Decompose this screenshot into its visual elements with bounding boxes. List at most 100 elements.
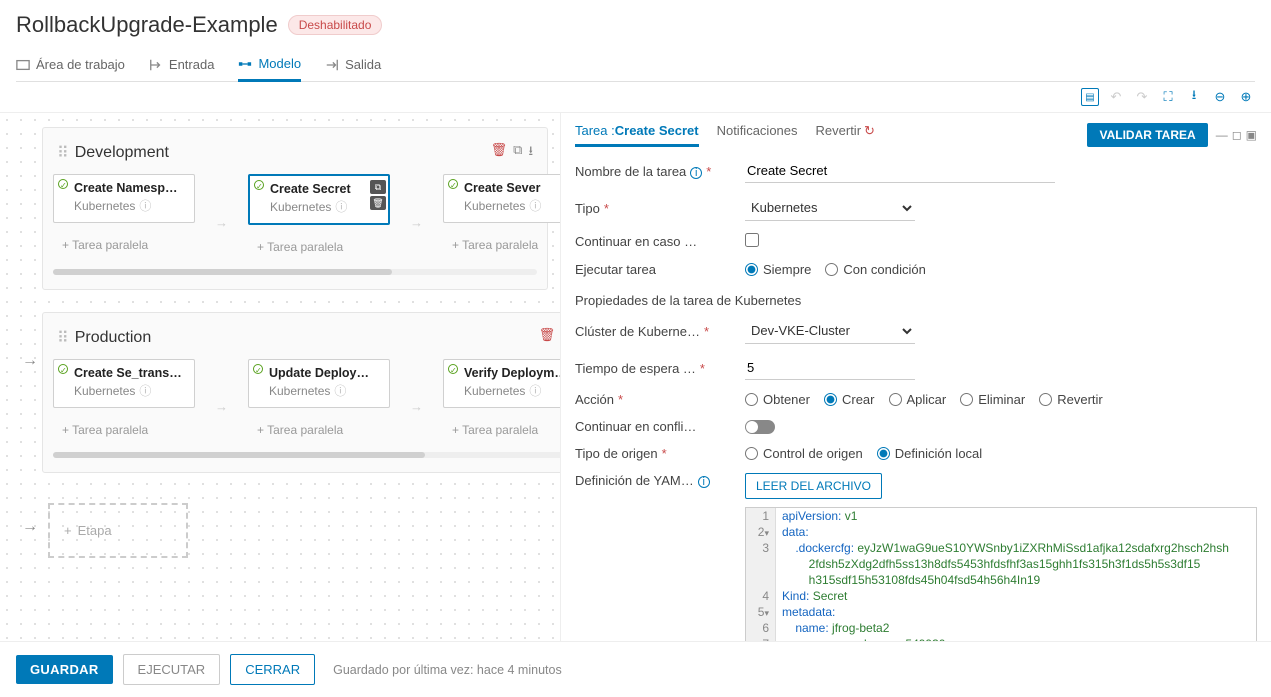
minimize-icon[interactable]: — [1216, 128, 1228, 142]
delete-icon[interactable]: 🗑 [539, 327, 556, 349]
tab-task-name: Create Secret [615, 123, 699, 138]
run-button[interactable]: EJECUTAR [123, 654, 221, 685]
stage-production[interactable]: ⠿Production 🗑 ⧉ ⭳ Create Se_t [42, 312, 560, 473]
tab-workspace[interactable]: Área de trabajo [16, 48, 125, 81]
stage-connector-icon: → [12, 514, 48, 540]
task-create-namespace[interactable]: Create Namesp… Kubernetes ⓘ [53, 174, 195, 223]
read-from-file-button[interactable]: LEER DEL ARCHIVO [745, 473, 882, 499]
task-create-se-trans[interactable]: Create Se_trans… Kubernetesⓘ [53, 359, 195, 408]
radio-apply-label: Aplicar [907, 392, 947, 407]
add-parallel-task[interactable]: Tarea paralela [53, 231, 195, 259]
label-action: Acción [575, 392, 614, 407]
drag-handle-icon[interactable]: ⠿ [57, 143, 67, 163]
task-properties-panel: Tarea :Create Secret Notificaciones Reve… [560, 113, 1271, 641]
undo-icon[interactable]: ↶ [1107, 88, 1125, 106]
task-type: Kubernetes [74, 199, 135, 213]
stage-scrollbar[interactable] [53, 452, 560, 458]
radio-rollback[interactable]: Revertir [1039, 392, 1103, 407]
tab-output[interactable]: Salida [325, 48, 381, 81]
task-delete-icon[interactable]: 🗑 [370, 196, 386, 210]
redo-icon[interactable]: ↷ [1133, 88, 1151, 106]
add-parallel-task[interactable]: Tarea paralela [443, 416, 560, 444]
restore-icon[interactable]: ◻ [1232, 128, 1242, 142]
radio-delete[interactable]: Eliminar [960, 392, 1025, 407]
task-update-deploy[interactable]: Update Deploy… Kubernetesⓘ [248, 359, 390, 408]
page-title: RollbackUpgrade-Example [16, 12, 278, 38]
task-name-input[interactable] [745, 159, 1055, 183]
connector-icon: → [215, 205, 228, 230]
task-create-server[interactable]: Create Sever Kubernetesⓘ [443, 174, 560, 223]
drag-handle-icon[interactable]: ⠿ [57, 328, 67, 348]
yaml-editor[interactable]: 1apiVersion: v1 2▾data: 3 .dockercfg: ey… [745, 507, 1257, 641]
validate-task-button[interactable]: VALIDAR TAREA [1087, 123, 1207, 147]
tab-rollback[interactable]: Revertir↻ [816, 123, 875, 147]
radio-always[interactable]: Siempre [745, 262, 811, 277]
code: 2fdsh5zXdg2dfh5ss13h8dfs5453hfdsfhf3as15… [782, 557, 1200, 571]
radio-create-label: Crear [842, 392, 875, 407]
pipeline-canvas[interactable]: ⠿Development 🗑 ⧉ ⭳ Create Namesp… Kub [0, 113, 560, 641]
code: name: [782, 621, 829, 635]
connector-icon: → [410, 205, 423, 230]
info-icon: ⓘ [529, 382, 541, 399]
download-icon[interactable]: ⭳ [1185, 88, 1203, 106]
status-ok-icon [254, 180, 264, 190]
radio-create[interactable]: Crear [824, 392, 875, 407]
label-yaml: Definición de YAM… [575, 473, 694, 488]
task-title: Create Namesp… [74, 181, 186, 195]
code: Kind: [782, 589, 809, 603]
radio-condition[interactable]: Con condición [825, 262, 925, 277]
task-copy-icon[interactable]: ⧉ [370, 180, 386, 194]
radio-condition-label: Con condición [843, 262, 925, 277]
task-type: Kubernetes [464, 384, 525, 398]
code: metadata: [782, 605, 835, 619]
tab-model[interactable]: Modelo [238, 48, 301, 82]
tab-task-prefix: Tarea : [575, 123, 615, 138]
info-icon[interactable]: i [690, 167, 702, 179]
stage-scrollbar[interactable] [53, 269, 537, 275]
timeout-input[interactable] [745, 356, 915, 380]
maximize-icon[interactable]: ▣ [1246, 128, 1257, 142]
plus-icon: + [64, 523, 72, 538]
layout-icon[interactable]: ▤ [1081, 88, 1099, 106]
add-parallel-task[interactable]: Tarea paralela [443, 231, 560, 259]
continue-conflict-toggle[interactable] [745, 420, 775, 434]
delete-icon[interactable]: 🗑 [491, 142, 508, 164]
zoom-out-icon[interactable]: ⊖ [1211, 88, 1229, 106]
task-type: Kubernetes [270, 200, 331, 214]
status-ok-icon [448, 364, 458, 374]
tab-input-label: Entrada [169, 57, 215, 72]
stage-name-label: Development [75, 144, 169, 162]
stage-name-label: Production [75, 329, 152, 347]
task-create-secret[interactable]: Create Secret Kubernetesⓘ ⧉ 🗑 [248, 174, 390, 225]
radio-apply[interactable]: Aplicar [889, 392, 947, 407]
continue-on-fail-checkbox[interactable] [745, 233, 759, 247]
close-button[interactable]: CERRAR [230, 654, 315, 685]
radio-get[interactable]: Obtener [745, 392, 810, 407]
add-parallel-task[interactable]: Tarea paralela [53, 416, 195, 444]
info-icon[interactable]: i [698, 476, 710, 488]
task-title: Create Secret [270, 182, 380, 196]
status-ok-icon [58, 179, 68, 189]
add-stage-button[interactable]: +Etapa [48, 503, 188, 558]
save-button[interactable]: GUARDAR [16, 655, 113, 684]
cluster-select[interactable]: Dev-VKE-Cluster [745, 318, 915, 344]
status-ok-icon [253, 364, 263, 374]
tab-task[interactable]: Tarea :Create Secret [575, 123, 699, 147]
stage-development[interactable]: ⠿Development 🗑 ⧉ ⭳ Create Namesp… Kub [42, 127, 548, 290]
task-verify-deploy[interactable]: Verify Deploym… Kubernetesⓘ [443, 359, 560, 408]
more-icon[interactable]: ⭳ [528, 142, 533, 164]
radio-source-control[interactable]: Control de origen [745, 446, 863, 461]
fit-icon[interactable]: ⛶ [1159, 88, 1177, 106]
add-parallel-task[interactable]: Tarea paralela [248, 416, 390, 444]
info-icon: ⓘ [139, 197, 151, 214]
label-continue-conflict: Continuar en confli… [575, 419, 696, 434]
tab-notifications[interactable]: Notificaciones [717, 123, 798, 147]
copy-icon[interactable]: ⧉ [513, 142, 522, 164]
add-parallel-task[interactable]: Tarea paralela [248, 233, 390, 261]
label-task-name: Nombre de la tarea [575, 164, 686, 179]
tab-input[interactable]: Entrada [149, 48, 215, 81]
task-type-select[interactable]: Kubernetes [745, 195, 915, 221]
zoom-in-icon[interactable]: ⊕ [1237, 88, 1255, 106]
main-tabs: Área de trabajo Entrada Modelo Salida [16, 48, 1255, 82]
radio-local-def[interactable]: Definición local [877, 446, 982, 461]
